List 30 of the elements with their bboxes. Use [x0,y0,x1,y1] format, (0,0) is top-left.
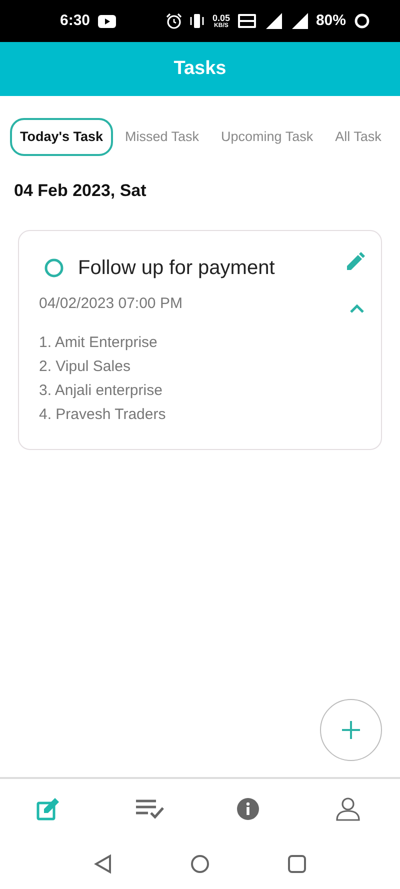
back-icon[interactable] [94,854,112,874]
recents-icon[interactable] [288,855,306,873]
task-datetime: 04/02/2023 07:00 PM [39,294,182,314]
status-time: 6:30 [60,10,90,31]
signal-icon [264,13,284,29]
date-heading: 04 Feb 2023, Sat [14,181,146,200]
battery-ring-icon [354,13,370,29]
task-item: 2. Vipul Sales [39,358,130,376]
task-item: 4. Pravesh Traders [39,406,166,424]
checklist-icon[interactable] [136,797,164,821]
task-item: 1. Amit Enterprise [39,334,158,352]
pencil-icon[interactable] [345,252,365,272]
chevron-up-icon[interactable] [349,304,365,314]
screen-title: Tasks [174,56,226,81]
tab[interactable]: All Task [325,118,392,156]
lte-icon [238,14,256,28]
signal-icon [292,13,308,29]
tab[interactable]: Today's Task [10,118,113,156]
tab[interactable]: Upcoming Task [211,118,324,156]
task-title: Follow up for payment [78,256,275,281]
alarm-icon [166,13,182,29]
plus-icon [342,721,360,739]
tab[interactable]: Missed Task [115,118,210,156]
video-app-icon [98,14,116,28]
home-icon[interactable] [190,854,210,874]
circle-icon[interactable] [44,258,64,278]
vibrate-icon [190,13,204,29]
battery-percent: 80% [316,10,346,31]
task-item: 3. Anjali enterprise [39,382,162,400]
speed-value: 0.05 [212,14,230,22]
